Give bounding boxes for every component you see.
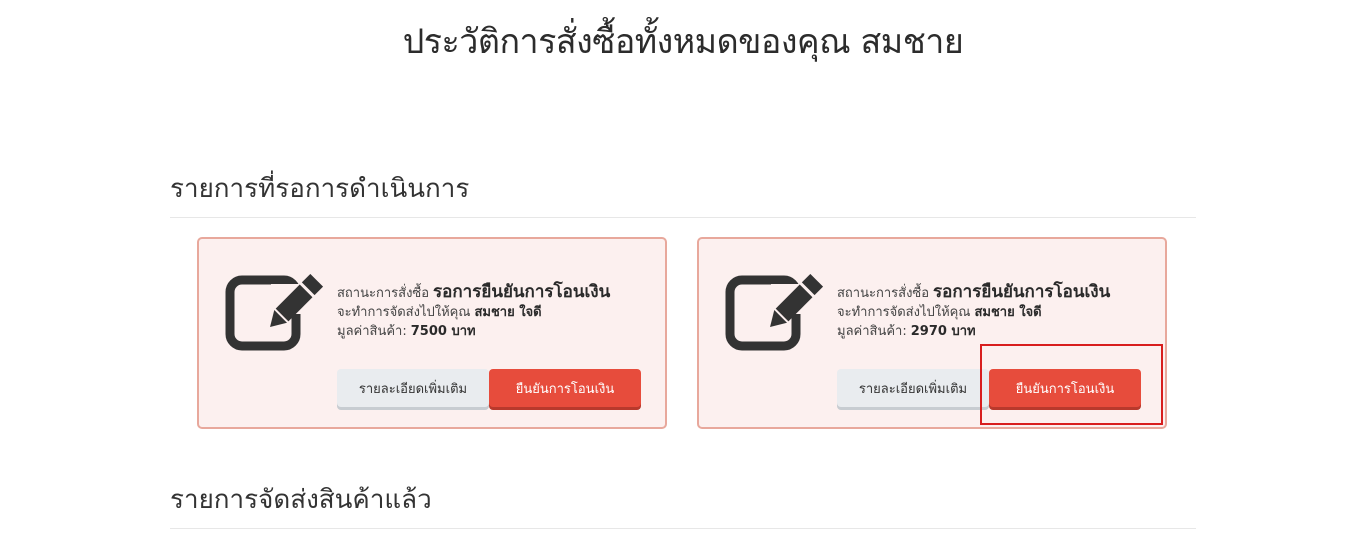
highlight-box xyxy=(980,344,1163,425)
status-label: สถานะการสั่งซื้อ xyxy=(837,286,930,301)
price-value: 7500 บาท xyxy=(410,324,476,339)
price-label: มูลค่าสินค้า: xyxy=(337,324,407,339)
edit-icon xyxy=(725,274,824,351)
page-title: ประวัติการสั่งซื้อทั้งหมดของคุณ สมชาย xyxy=(402,22,964,62)
status-label: สถานะการสั่งซื้อ xyxy=(337,286,430,301)
confirm-transfer-button[interactable]: ยืนยันการโอนเงิน xyxy=(489,369,641,407)
section-title-pending: รายการที่รอการดำเนินการ xyxy=(170,174,470,204)
order-card: สถานะการสั่งซื้อ รอการยืนยันการโอนเงิน จะ… xyxy=(197,237,667,429)
shipping-label: จะทำการจัดส่งไปให้คุณ xyxy=(337,305,471,320)
recipient-name: สมชาย ใจดี xyxy=(474,305,542,320)
details-button[interactable]: รายละเอียดเพิ่มเติม xyxy=(837,369,989,407)
edit-icon xyxy=(225,274,324,351)
recipient-name: สมชาย ใจดี xyxy=(974,305,1042,320)
section-divider xyxy=(170,217,1196,218)
shipping-label: จะทำการจัดส่งไปให้คุณ xyxy=(837,305,971,320)
price-value: 2970 บาท xyxy=(910,324,976,339)
details-button[interactable]: รายละเอียดเพิ่มเติม xyxy=(337,369,489,407)
price-label: มูลค่าสินค้า: xyxy=(837,324,907,339)
order-info: สถานะการสั่งซื้อ รอการยืนยันการโอนเงิน จะ… xyxy=(837,283,1157,341)
order-info: สถานะการสั่งซื้อ รอการยืนยันการโอนเงิน จะ… xyxy=(337,283,657,341)
section-divider xyxy=(170,528,1196,529)
section-title-shipped: รายการจัดส่งสินค้าแล้ว xyxy=(170,485,432,515)
status-value: รอการยืนยันการโอนเงิน xyxy=(933,282,1111,302)
status-value: รอการยืนยันการโอนเงิน xyxy=(433,282,611,302)
